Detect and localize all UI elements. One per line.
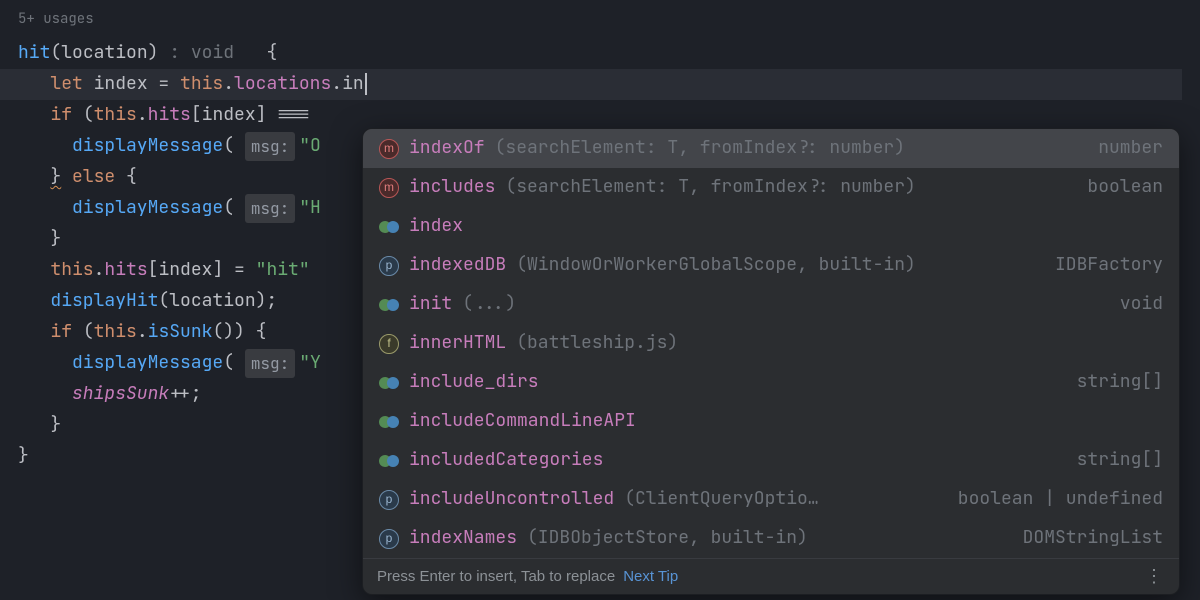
completion-signature: (ClientQueryOptio…	[624, 484, 818, 515]
next-tip-link[interactable]: Next Tip	[623, 564, 678, 590]
completion-footer: Press Enter to insert, Tab to replace Ne…	[363, 558, 1179, 594]
variable: location	[169, 286, 255, 317]
completion-type: boolean	[1087, 172, 1163, 203]
completion-item[interactable]: p includeUncontrolled (ClientQueryOptio… b…	[363, 480, 1179, 519]
method-call: displayMessage	[72, 131, 223, 162]
variable: index	[202, 100, 256, 131]
caret	[365, 73, 367, 95]
completion-item[interactable]: m includes (searchElement: T, fromIndex?: …	[363, 168, 1179, 207]
field: hits	[148, 100, 191, 131]
keyword: this	[50, 255, 93, 286]
completion-type: boolean | undefined	[958, 484, 1163, 515]
typed-text: in	[342, 69, 364, 100]
completion-name: indexNames	[409, 523, 517, 554]
completion-name: innerHTML	[409, 328, 506, 359]
variable-icon	[379, 412, 399, 432]
completion-name: index	[409, 211, 463, 242]
method-call: displayHit	[50, 286, 158, 317]
param-hint: msg:	[245, 194, 295, 223]
method-call: displayMessage	[72, 193, 223, 224]
completion-type: void	[1120, 289, 1163, 320]
completion-item[interactable]: p indexNames (IDBObjectStore, built-in) DO…	[363, 519, 1179, 558]
completion-item[interactable]: m indexOf (searchElement: T, fromIndex?: n…	[363, 129, 1179, 168]
completion-type: number	[1098, 133, 1163, 164]
completion-signature: (...)	[462, 289, 516, 320]
completion-item[interactable]: p indexedDB (WindowOrWorkerGlobalScope, b…	[363, 246, 1179, 285]
completion-name: includedCategories	[409, 445, 603, 476]
field-icon: f	[379, 334, 399, 354]
completion-name: indexedDB	[409, 250, 506, 281]
keyword: if	[50, 100, 72, 131]
completion-signature: (IDBObjectStore, built-in)	[527, 523, 808, 554]
usages-hint[interactable]: 5+ usages	[18, 8, 1200, 32]
keyword: if	[50, 317, 72, 348]
completion-item[interactable]: init (...) void	[363, 285, 1179, 324]
variable: index	[158, 255, 212, 286]
completion-name: includes	[409, 172, 495, 203]
variable-icon	[379, 451, 399, 471]
completion-signature: (WindowOrWorkerGlobalScope, built-in)	[516, 250, 916, 281]
operator: ===	[277, 100, 309, 131]
completion-item[interactable]: index	[363, 207, 1179, 246]
method-call: displayMessage	[72, 348, 223, 379]
field: locations	[234, 69, 331, 100]
keyword: else	[72, 162, 115, 193]
variable-icon	[379, 373, 399, 393]
variable-icon	[379, 217, 399, 237]
completion-item[interactable]: includedCategories string[]	[363, 441, 1179, 480]
completion-name: includeUncontrolled	[409, 484, 614, 515]
field: hits	[104, 255, 147, 286]
param: location	[61, 38, 147, 69]
completion-signature: (searchElement: T, fromIndex?: number)	[505, 172, 915, 203]
footer-hint: Press Enter to insert, Tab to replace	[377, 564, 615, 590]
string: "hit"	[256, 255, 310, 286]
code-line[interactable]: hit(location) : void {	[18, 38, 1200, 69]
property-icon: p	[379, 256, 399, 276]
code-line[interactable]: if (this.hits[index] ===	[18, 100, 1200, 131]
completion-type: DOMStringList	[1023, 523, 1163, 554]
completion-popup[interactable]: m indexOf (searchElement: T, fromIndex?: n…	[362, 128, 1180, 595]
completion-type: string[]	[1077, 445, 1163, 476]
string: "H	[299, 193, 321, 224]
completion-item[interactable]: includeCommandLineAPI	[363, 402, 1179, 441]
variable-icon	[379, 295, 399, 315]
param-hint: msg:	[245, 349, 295, 378]
more-icon[interactable]: ⋮	[1145, 561, 1165, 592]
property-icon: p	[379, 529, 399, 549]
completion-name: init	[409, 289, 452, 320]
completion-name: include_dirs	[409, 367, 539, 398]
completion-name: indexOf	[409, 133, 485, 164]
keyword: this	[180, 69, 223, 100]
string: "Y	[299, 348, 321, 379]
property-icon: p	[379, 490, 399, 510]
completion-name: includeCommandLineAPI	[409, 406, 636, 437]
variable: index	[94, 69, 148, 100]
method-icon: m	[379, 139, 399, 159]
completion-type: IDBFactory	[1055, 250, 1163, 281]
keyword: this	[94, 317, 137, 348]
string: "O	[299, 131, 321, 162]
completion-signature: (searchElement: T, fromIndex?: number)	[495, 133, 905, 164]
completion-type: string[]	[1077, 367, 1163, 398]
method-icon: m	[379, 178, 399, 198]
completion-item[interactable]: include_dirs string[]	[363, 363, 1179, 402]
active-line[interactable]: let index = this.locations.in	[0, 69, 1182, 100]
completion-item[interactable]: f innerHTML (battleship.js)	[363, 324, 1179, 363]
keyword: this	[94, 100, 137, 131]
completion-signature: (battleship.js)	[516, 328, 678, 359]
param-hint: msg:	[245, 132, 295, 161]
keyword: let	[50, 69, 82, 100]
return-hint: : void	[169, 38, 234, 69]
method-call: isSunk	[148, 317, 213, 348]
field: shipsSunk	[72, 379, 169, 410]
function-name: hit	[18, 38, 50, 69]
